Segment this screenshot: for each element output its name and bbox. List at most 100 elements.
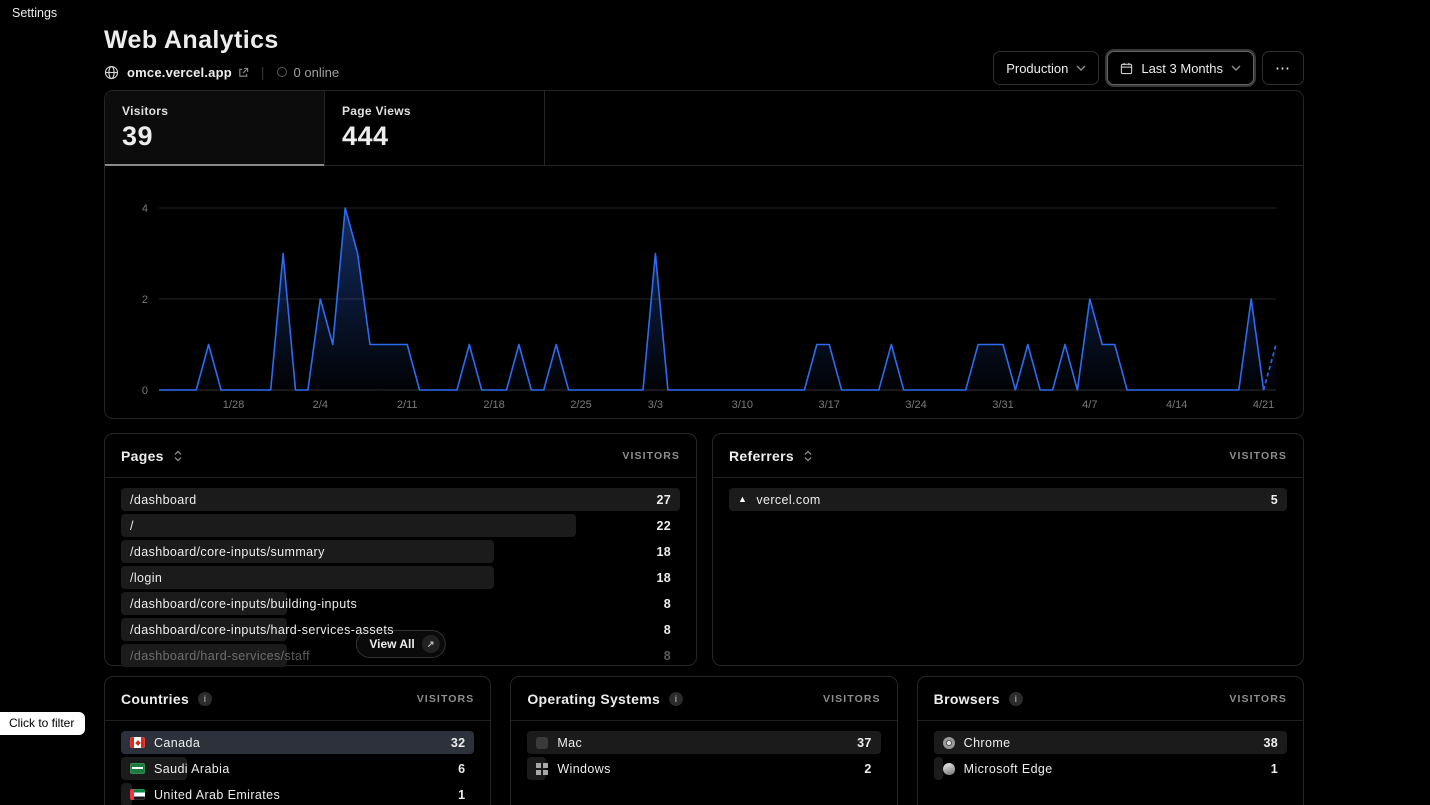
os-value: 2 [864,761,872,776]
vercel-icon: ▲ [738,494,748,504]
page-row[interactable]: /dashboard 27 [121,487,680,512]
os-row[interactable]: Mac 37 [527,730,881,755]
windows-icon [536,762,549,775]
page-label: /dashboard [130,492,197,507]
svg-text:4/21: 4/21 [1253,399,1274,411]
page-value: 18 [656,570,671,585]
ellipsis-icon: ⋯ [1275,60,1291,77]
page-label: /dashboard/core-inputs/hard-services-ass… [130,622,394,637]
country-value: 32 [450,735,466,750]
browsers-rows: Chrome 38 Microsoft Edge 1 [918,721,1303,786]
svg-text:3/10: 3/10 [732,399,753,411]
visitors-count: 39 [122,121,154,151]
countries-panel-header: Countries i VISITORS [105,677,491,721]
svg-text:4/7: 4/7 [1082,399,1097,411]
more-options-button[interactable]: ⋯ [1262,51,1304,85]
tab-page-views[interactable]: Page Views 444 [325,91,545,165]
mac-icon [536,736,549,749]
sort-icon[interactable] [803,449,813,462]
tab-label: Visitors [122,104,169,118]
divider: | [260,64,265,80]
date-range-selector[interactable]: Last 3 Months [1107,51,1254,85]
page-value: 27 [656,492,671,507]
country-value: 6 [458,761,466,776]
svg-text:2/4: 2/4 [313,399,328,411]
visitors-column-header: VISITORS [622,449,680,462]
online-dot-icon [276,67,287,77]
value-bar [121,514,577,537]
svg-text:2: 2 [142,294,148,306]
referrers-panel-header: Referrers VISITORS [713,434,1303,478]
svg-text:0: 0 [142,385,148,397]
info-icon[interactable]: i [1008,691,1023,706]
domain-link[interactable]: omce.vercel.app [127,65,232,80]
sa-flag-icon [130,763,145,774]
country-row[interactable]: Saudi Arabia 6 [121,756,474,781]
svg-text:3/3: 3/3 [648,399,663,411]
chrome-icon [942,736,955,749]
value-bar [933,757,943,780]
countries-title: Countries [121,690,190,707]
ca-flag-icon [130,737,145,748]
svg-text:3/17: 3/17 [818,399,839,411]
referrer-row[interactable]: ▲ vercel.com 5 [729,487,1287,512]
page-label: /login [130,570,163,585]
countries-rows: Canada 32 Saudi Arabia 6 United Arab Emirate… [105,721,490,805]
page-value: 18 [656,544,671,559]
svg-text:2/25: 2/25 [570,399,591,411]
expand-icon: ↗ [421,635,440,653]
info-icon[interactable]: i [198,691,213,706]
pages-panel-header: Pages VISITORS [105,434,696,478]
country-label: Saudi Arabia [130,762,230,776]
chevron-down-icon [1076,65,1086,71]
operating-systems-panel: Operating Systems i VISITORS Mac 37 Window… [510,676,898,805]
page-label: /dashboard/core-inputs/building-inputs [130,596,358,611]
browsers-panel-header: Browsers i VISITORS [917,677,1303,721]
browser-row[interactable]: Microsoft Edge 1 [933,756,1287,781]
breakdown-row: Countries i VISITORS Canada 32 Saudi Arabi… [104,676,1304,805]
browser-value: 1 [1270,761,1278,776]
browsers-title: Browsers [933,690,1000,707]
svg-text:4: 4 [142,203,148,215]
visitors-time-series-chart: 0 2 4 1/28 2/4 2/11 2/18 2/25 3/3 3/10 3/17 3/24 3/3… [105,166,1303,418]
page-value: 8 [663,648,671,663]
pages-referrers-row: Pages VISITORS /dashboard 27 / 22/dashboard… [104,433,1304,667]
visitors-chart-card: Visitors 39 Page Views 444 0 2 4 1/28 2/4 2/1… [104,90,1304,419]
page-row[interactable]: /dashboard/core-inputs/building-inputs 8 [121,591,680,616]
browser-label: Microsoft Edge [942,762,1053,776]
pages-panel: Pages VISITORS /dashboard 27 / 22/dashboard… [104,433,697,667]
browser-label: Chrome [942,736,1011,750]
referrers-rows: ▲ vercel.com 5 [713,478,1303,517]
country-row[interactable]: United Arab Emirates 1 [121,782,474,805]
page-row[interactable]: /login 18 [121,565,680,590]
browsers-panel: Browsers i VISITORS Chrome 38 Microsoft Ed… [916,676,1304,805]
online-status: 0 online [276,65,339,80]
visitors-column-header: VISITORS [1229,449,1287,462]
value-bar [121,566,494,589]
browser-row[interactable]: Chrome 38 [933,730,1287,755]
page-value: 22 [656,518,671,533]
page-row[interactable]: / 22 [121,513,680,538]
page-row[interactable]: /dashboard/core-inputs/summary 18 [121,539,680,564]
nav-item-settings[interactable]: Settings [12,6,57,20]
page-label: /dashboard/core-inputs/summary [130,544,325,559]
os-label: Mac [536,736,582,750]
svg-text:3/24: 3/24 [905,399,926,411]
country-value: 1 [458,787,466,802]
pages-title: Pages [121,447,164,464]
analytics-page: Web Analytics omce.vercel.app | 0 online… [104,26,1304,805]
country-row[interactable]: Canada 32 [121,730,475,755]
external-link-icon[interactable] [238,67,249,78]
os-rows: Mac 37 Windows 2 [511,721,896,786]
environment-selector[interactable]: Production [993,51,1100,85]
edge-icon [942,762,955,775]
tab-visitors[interactable]: Visitors 39 [105,91,325,166]
os-row[interactable]: Windows 2 [527,756,880,781]
svg-text:1/28: 1/28 [223,399,244,411]
countries-panel: Countries i VISITORS Canada 32 Saudi Arabi… [104,676,492,805]
info-icon[interactable]: i [669,691,684,706]
os-label: Windows [536,762,611,776]
sort-icon[interactable] [173,449,183,462]
visitors-column-header: VISITORS [1229,692,1287,705]
page-value: 8 [663,596,671,611]
